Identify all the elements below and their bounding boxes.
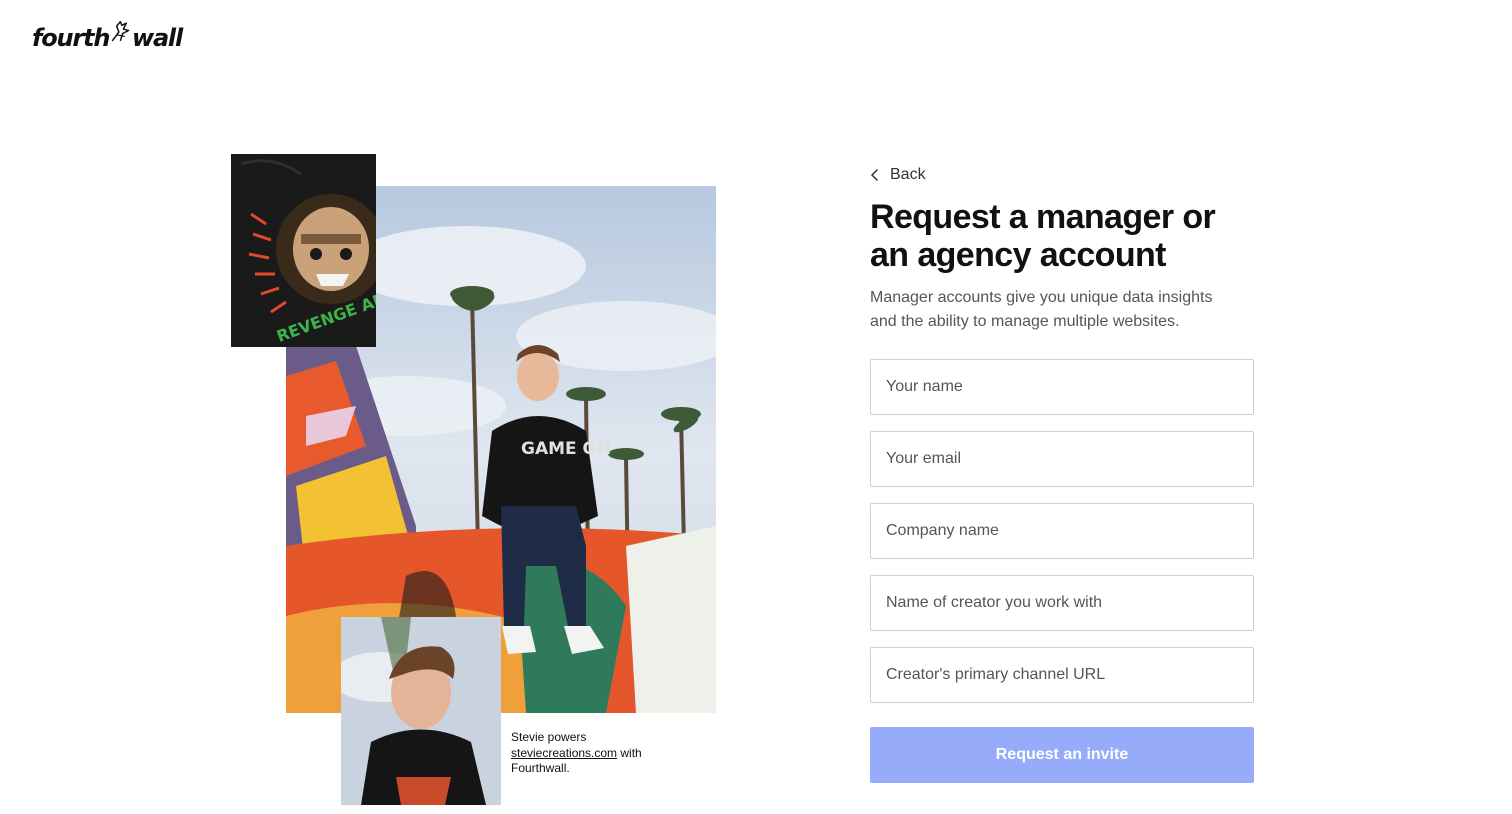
- photo-caption: Stevie powers steviecreations.com with F…: [511, 730, 681, 777]
- your-name-input[interactable]: [870, 359, 1254, 415]
- company-name-input[interactable]: [870, 503, 1254, 559]
- your-email-input[interactable]: [870, 431, 1254, 487]
- back-button[interactable]: Back: [870, 160, 1254, 190]
- creator-collage: GAME ON REVENGE ART Stevie powers stevie…: [231, 154, 721, 809]
- hoodie-photo: REVENGE ART: [231, 154, 376, 347]
- channel-url-input[interactable]: [870, 647, 1254, 703]
- portrait-photo: [341, 617, 501, 805]
- brand-logo[interactable]: fourth wall: [32, 10, 183, 52]
- page-subtitle: Manager accounts give you unique data in…: [870, 289, 1213, 330]
- logo-word-right: wall: [131, 24, 183, 52]
- back-label: Back: [890, 166, 926, 183]
- logo-word-left: fourth: [32, 24, 110, 52]
- caption-link-steviecreations[interactable]: steviecreations.com: [511, 746, 617, 760]
- chevron-left-icon: [870, 168, 879, 182]
- shirt-print-text: GAME ON: [521, 439, 611, 459]
- caption-prefix: Stevie powers: [511, 730, 587, 744]
- form-fields: [870, 359, 1254, 703]
- page-title: Request a manager or an agency account: [870, 198, 1216, 274]
- creator-name-input[interactable]: [870, 575, 1254, 631]
- request-form-panel: Back Request a manager or an agency acco…: [870, 160, 1254, 783]
- bird-logo-icon: [111, 20, 130, 42]
- request-invite-button[interactable]: Request an invite: [870, 727, 1254, 783]
